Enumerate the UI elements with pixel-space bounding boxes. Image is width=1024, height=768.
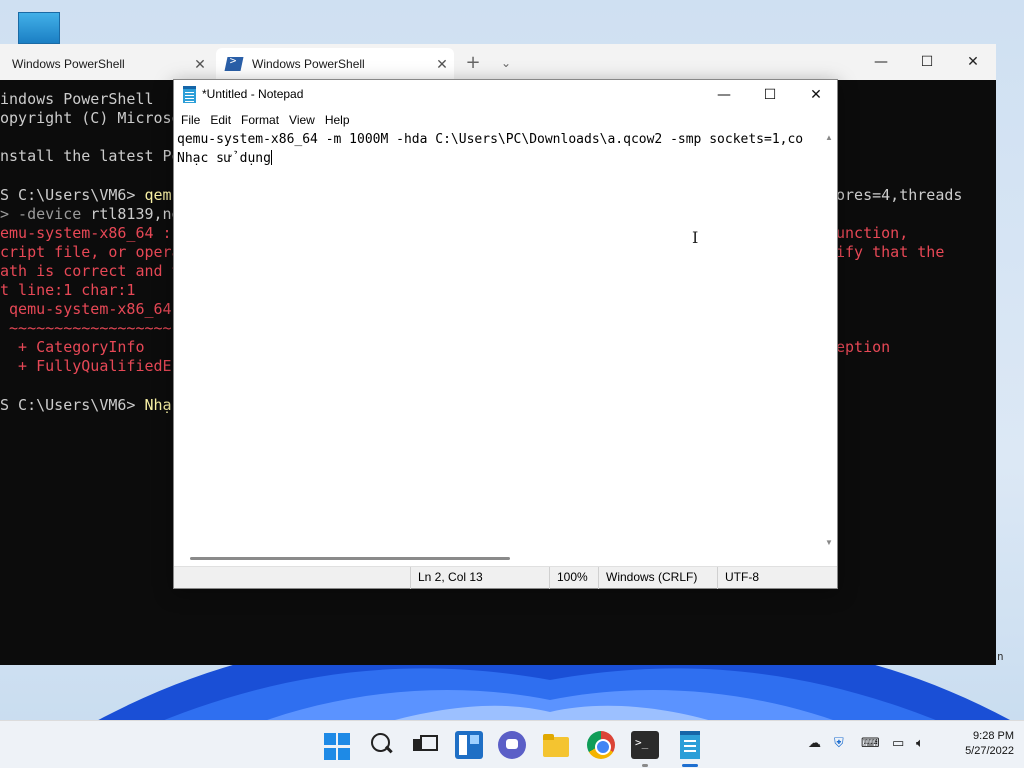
terminal-line: + FullyQualifiedEr <box>0 357 181 376</box>
terminal-line: S C:\Users\VM6> qemu- <box>0 186 190 205</box>
notepad-close-button[interactable]: ✕ <box>793 80 839 110</box>
terminal-tab-2[interactable]: Windows PowerShell ✕ <box>216 48 454 80</box>
volume-icon[interactable]: 🔈︎ <box>916 736 924 751</box>
terminal-minimize-button[interactable]: — <box>858 44 904 80</box>
keyboard-icon[interactable]: ⌨ <box>861 736 880 751</box>
horizontal-scroll-thumb[interactable] <box>190 557 510 560</box>
notepad-active-indicator <box>682 764 698 767</box>
terminal-line-text: + FullyQualifiedEr <box>0 357 181 376</box>
terminal-line: opyright (C) Microsof <box>0 109 190 128</box>
status-line-ending: Windows (CRLF) <box>598 567 718 589</box>
terminal-line-text: emu-system-x86_64 : T <box>0 223 190 242</box>
terminal-line: + CategoryInfo <box>0 338 145 357</box>
terminal-line-text: ath is correct and tr <box>0 261 190 280</box>
chat-icon[interactable] <box>498 731 526 759</box>
terminal-line-text: qemu-system-x86_64 - <box>0 300 190 319</box>
notepad-menubar: File Edit Format View Help <box>174 110 837 130</box>
start-icon[interactable] <box>324 733 352 761</box>
notepad-icon[interactable] <box>680 731 700 759</box>
terminal-line: nstall the latest Pow <box>0 147 190 166</box>
notepad-titlebar[interactable]: *Untitled - Notepad — ☐ ✕ <box>174 80 837 110</box>
widgets-icon[interactable] <box>455 731 483 759</box>
text-line-2-content: Nhạc sử dụng <box>177 151 271 166</box>
scroll-up-arrow-icon[interactable]: ▲ <box>825 133 833 142</box>
notepad-statusbar: Ln 2, Col 13 100% Windows (CRLF) UTF-8 <box>174 566 837 589</box>
menu-file[interactable]: File <box>176 110 205 130</box>
terminal-line-text: t line:1 char:1 <box>0 281 136 299</box>
search-icon[interactable] <box>368 731 396 759</box>
terminal-line-text: + CategoryInfo <box>0 338 145 357</box>
notepad-window: *Untitled - Notepad — ☐ ✕ File Edit Form… <box>173 79 838 589</box>
terminal-close-button[interactable]: ✕ <box>950 44 996 80</box>
text-caret <box>270 150 272 165</box>
vertical-scrollbar[interactable]: ▲ ▼ <box>822 130 837 550</box>
terminal-line-text: indows PowerShell <box>0 90 154 108</box>
notepad-title: *Untitled - Notepad <box>202 87 304 101</box>
menu-format[interactable]: Format <box>236 110 284 130</box>
terminal-line-fragment: ores=4,threads <box>836 185 963 204</box>
terminal-line-text: ~~~~~~~~~~~~~~~~~~ <box>0 319 172 338</box>
terminal-tab-bar: Windows PowerShell ✕ Windows PowerShell … <box>0 44 996 80</box>
terminal-line: qemu-system-x86_64 - <box>0 300 190 319</box>
new-tab-button[interactable]: + <box>462 52 484 74</box>
clock[interactable]: 9:28 PM 5/27/2022 <box>944 729 1014 759</box>
status-cursor-position: Ln 2, Col 13 <box>410 567 550 589</box>
horizontal-scrollbar[interactable] <box>174 550 822 566</box>
text-cursor-icon: I <box>692 228 699 247</box>
chrome-icon[interactable] <box>587 731 615 759</box>
tab-title: Windows PowerShell <box>12 57 125 71</box>
terminal-edge-char: n <box>997 650 1004 663</box>
security-shield-icon[interactable]: ⛨ <box>834 736 844 751</box>
terminal-line-text: S C:\Users\VM6> <box>0 395 145 414</box>
terminal-line-fragment: unction, <box>836 223 909 242</box>
menu-edit[interactable]: Edit <box>205 110 236 130</box>
terminal-line-text: nstall the latest Pow <box>0 147 190 166</box>
tab-dropdown-button[interactable]: ⌄ <box>496 52 516 74</box>
terminal-tab-1[interactable]: Windows PowerShell ✕ <box>0 48 212 80</box>
terminal-line: cript file, or operab <box>0 243 190 262</box>
menu-help[interactable]: Help <box>320 110 355 130</box>
tab-close-icon[interactable]: ✕ <box>430 56 454 73</box>
terminal-line: > -device rtl8139,net <box>0 205 190 224</box>
notepad-app-icon <box>183 86 196 103</box>
tab-title: Windows PowerShell <box>252 57 365 71</box>
text-line-2: Nhạc sử dụng <box>177 149 822 168</box>
terminal-line-text: S C:\Users\VM6> <box>0 185 145 204</box>
terminal-line-fragment: eption <box>836 338 891 357</box>
terminal-line: indows PowerShell <box>0 90 154 109</box>
terminal-line: emu-system-x86_64 : T <box>0 224 190 243</box>
terminal-line: S C:\Users\VM6> Nhạc <box>0 396 181 415</box>
terminal-line-fragment: ify that the <box>836 242 945 261</box>
file-explorer-icon[interactable] <box>542 731 570 759</box>
terminal-icon[interactable] <box>631 731 659 759</box>
clock-time: 9:28 PM <box>973 730 1014 742</box>
notepad-maximize-button[interactable]: ☐ <box>747 80 793 110</box>
notepad-text-area[interactable]: qemu-system-x86_64 -m 1000M -hda C:\User… <box>174 130 822 550</box>
terminal-maximize-button[interactable]: ☐ <box>904 44 950 80</box>
terminal-line: t line:1 char:1 <box>0 281 135 300</box>
terminal-line-text: cript file, or operab <box>0 242 190 261</box>
powershell-icon <box>224 57 244 71</box>
desktop-shortcut-icon[interactable] <box>18 12 60 44</box>
clock-date: 5/27/2022 <box>965 745 1014 757</box>
menu-view[interactable]: View <box>284 110 320 130</box>
terminal-line-text: > -device <box>0 204 91 223</box>
terminal-line: ~~~~~~~~~~~~~~~~~~ <box>0 319 172 338</box>
terminal-line-text: opyright (C) Microsof <box>0 109 190 128</box>
status-encoding: UTF-8 <box>717 567 827 589</box>
scroll-down-arrow-icon[interactable]: ▼ <box>825 538 833 547</box>
task-view-icon[interactable] <box>410 731 438 759</box>
terminal-line: ath is correct and tr <box>0 262 190 281</box>
notepad-minimize-button[interactable]: — <box>701 80 747 110</box>
taskbar: ☁ ⛨ ⌨ ▭ 🔈︎ 9:28 PM 5/27/2022 <box>0 720 1024 768</box>
tab-close-icon[interactable]: ✕ <box>188 56 212 73</box>
cloud-offline-icon[interactable]: ☁ <box>808 736 821 751</box>
text-line-1: qemu-system-x86_64 -m 1000M -hda C:\User… <box>177 132 804 147</box>
display-icon[interactable]: ▭ <box>892 736 904 751</box>
terminal-running-indicator <box>642 764 648 767</box>
status-zoom: 100% <box>549 567 599 589</box>
